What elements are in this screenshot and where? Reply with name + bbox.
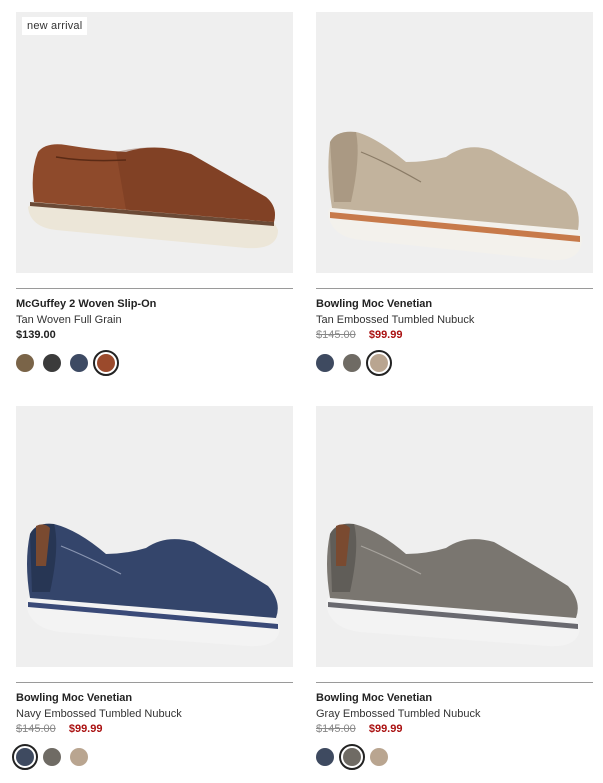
swatch-gray[interactable] (343, 354, 361, 372)
card-divider (16, 682, 293, 683)
new-arrival-badge: new arrival (22, 17, 88, 35)
card-divider (316, 682, 593, 683)
product-color-name: Tan Embossed Tumbled Nubuck (316, 314, 475, 326)
swatch-tan-selected[interactable] (93, 350, 119, 376)
swatch-brown-olive[interactable] (16, 354, 34, 372)
product-image[interactable] (316, 406, 593, 667)
color-swatches (12, 744, 293, 770)
color-swatches (16, 350, 293, 376)
swatch-tan-selected[interactable] (366, 350, 392, 376)
original-price: $145.00 (316, 329, 356, 341)
product-image[interactable] (16, 406, 293, 667)
price-row: $145.00 $99.99 (16, 723, 293, 737)
original-price: $145.00 (16, 723, 56, 735)
original-price: $145.00 (316, 723, 356, 735)
shoe-image (28, 144, 278, 249)
swatch-navy[interactable] (316, 354, 334, 372)
price-row: $145.00 $99.99 (316, 329, 593, 343)
price-row: $139.00 (16, 329, 293, 343)
swatch-gray[interactable] (43, 748, 61, 766)
card-divider (16, 288, 293, 289)
sale-price: $99.99 (368, 723, 403, 735)
swatch-navy[interactable] (316, 748, 334, 766)
color-swatches (316, 350, 593, 376)
swatch-tan[interactable] (70, 748, 88, 766)
card-divider (316, 288, 593, 289)
swatch-black[interactable] (43, 354, 61, 372)
product-name[interactable]: McGuffey 2 Woven Slip-On (16, 298, 293, 310)
color-swatches (316, 744, 593, 770)
product-color-name: Navy Embossed Tumbled Nubuck (16, 708, 182, 720)
product-name[interactable]: Bowling Moc Venetian (316, 298, 593, 310)
product-image[interactable] (316, 12, 593, 273)
product-color-name: Gray Embossed Tumbled Nubuck (316, 708, 481, 720)
sale-price: $99.99 (368, 329, 403, 341)
price-row: $145.00 $99.99 (316, 723, 593, 737)
product-image[interactable]: new arrival (16, 12, 293, 273)
product-card[interactable]: Bowling Moc Venetian Tan Embossed Tumble… (316, 12, 593, 376)
swatch-navy[interactable] (70, 354, 88, 372)
sale-price: $99.99 (68, 723, 103, 735)
product-color-name: Tan Woven Full Grain (16, 314, 122, 326)
product-name[interactable]: Bowling Moc Venetian (16, 692, 293, 704)
product-card[interactable]: new arrival McGuffey 2 Woven Slip-On Tan… (16, 12, 293, 376)
product-card[interactable]: Bowling Moc Venetian Navy Embossed Tumbl… (12, 406, 293, 770)
product-price: $139.00 (16, 329, 56, 341)
swatch-tan[interactable] (370, 748, 388, 766)
swatch-gray-selected[interactable] (339, 744, 365, 770)
shoe-image (328, 131, 582, 261)
product-name[interactable]: Bowling Moc Venetian (316, 692, 593, 704)
product-card[interactable]: Bowling Moc Venetian Gray Embossed Tumbl… (316, 406, 593, 770)
swatch-navy-selected[interactable] (12, 744, 38, 770)
shoe-image (26, 523, 280, 647)
shoe-image (326, 523, 580, 647)
